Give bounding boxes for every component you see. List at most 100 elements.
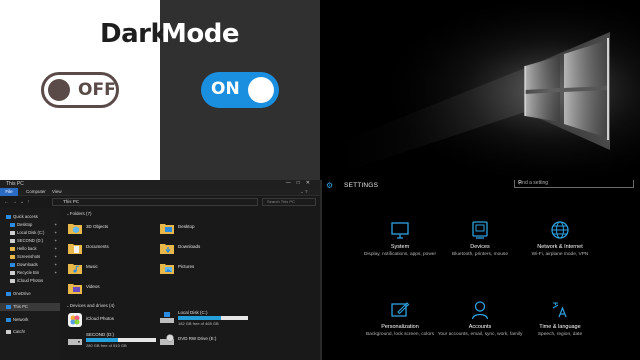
desktop-icon [10, 222, 15, 227]
find-setting-input[interactable]: Find a setting ⚲ [514, 180, 634, 188]
settings-item-name: Time & language [539, 324, 581, 330]
devices-icon [472, 221, 488, 239]
download-icon [10, 262, 15, 267]
forward-arrow-icon[interactable]: → [12, 199, 20, 205]
settings-item-desc: Wi-Fi, airplane mode, VPN [531, 252, 589, 257]
drive-usage-fill [86, 338, 118, 342]
settings-item-desc: Speech, region, date [537, 332, 583, 337]
address-bar-row: ←→⌄↑ This PC Search This PC [0, 197, 320, 207]
navigation-pane: Quick access Desktop ✶ Local Disk (C:) ✶ S… [0, 208, 60, 360]
pin-icon: ✶ [54, 238, 58, 243]
pictures-folder-icon [160, 264, 174, 274]
windows-wallpaper [320, 0, 640, 180]
toggle-knob [248, 77, 274, 103]
sidebar-item-recycle-bin[interactable]: Recycle Bin ✶ [10, 269, 57, 277]
window-title: This PC [6, 181, 24, 187]
folder-item[interactable]: Videos [68, 280, 158, 300]
sidebar-item-label: Local Disk (C:) [17, 230, 45, 235]
minimize-icon[interactable]: — [286, 180, 297, 186]
drive-item[interactable]: Local Disk (C:) 182 GB free of 465 GB [160, 310, 250, 328]
folder-item[interactable]: 3D Objects [68, 220, 158, 240]
catch-icon [6, 329, 11, 334]
drive-item[interactable]: iCloud Photos [68, 312, 158, 330]
sidebar-item-second-drive[interactable]: SECOND (D:) ✶ [10, 237, 57, 245]
back-arrow-icon[interactable]: ← [4, 199, 12, 205]
sidebar-item-local-disk[interactable]: Local Disk (C:) ✶ [10, 229, 57, 237]
up-arrow-icon[interactable]: ↑ [27, 199, 33, 205]
documents-folder-icon [68, 244, 82, 254]
globe-icon [551, 221, 569, 239]
sidebar-item-network[interactable]: Network [6, 316, 28, 324]
dvd-drive-icon [160, 334, 174, 345]
tab-computer[interactable]: Computer [26, 189, 46, 194]
settings-item-desc: Your accounts, email, sync, work, family [437, 332, 523, 337]
folder-icon [10, 254, 15, 259]
drive-label: SECOND (D:) [86, 332, 114, 337]
sidebar-item-label: Catch! [13, 329, 26, 334]
paint-icon [391, 302, 410, 317]
sidebar-item-label: OneDrive [13, 291, 31, 296]
folder-label: Downloads [178, 244, 201, 249]
toggle-on-label: ON [211, 79, 240, 99]
folder-item[interactable]: Documents [68, 240, 158, 260]
settings-item-time-language[interactable]: Time & language Speech, region, date [512, 300, 608, 360]
sidebar-item-onedrive[interactable]: OneDrive [6, 290, 31, 298]
sidebar-item-quick-access[interactable]: Quick access [6, 213, 38, 221]
maximize-icon[interactable]: □ [297, 180, 306, 186]
sidebar-item-label: Recycle Bin [17, 270, 40, 275]
banner-title: Dark Mode [0, 16, 320, 52]
drive-label: DVD RW Drive (E:) [178, 336, 217, 341]
pin-icon: ✶ [54, 246, 58, 251]
address-text: This PC [63, 199, 80, 204]
local-disk-icon [160, 312, 174, 323]
collage: Dark Mode OFF ON This PC —□✕ File Comput… [0, 0, 640, 360]
toggle-off-switch[interactable]: OFF [41, 72, 119, 108]
tab-view[interactable]: View [52, 189, 62, 194]
ribbon-tabs: File Computer View ⌄ ? [0, 188, 320, 196]
devices-section-header[interactable]: Devices and drives (4) [66, 303, 115, 309]
drive-free-text: 182 GB free of 465 GB [178, 321, 219, 326]
drive-item[interactable]: DVD RW Drive (E:) [160, 332, 250, 350]
sidebar-item-screenshots[interactable]: Screenshots ✶ [10, 253, 57, 261]
drive-item[interactable]: SECOND (D:) 280 GB free of 510 GB [68, 332, 158, 350]
videos-folder-icon [68, 284, 82, 294]
folders-section-header[interactable]: Folders (7) [66, 211, 92, 217]
windows-logo-light-icon [320, 0, 640, 180]
folder-item[interactable]: Desktop [160, 220, 250, 240]
sidebar-item-label: Screenshots [17, 254, 41, 259]
search-field[interactable]: Search This PC [262, 198, 316, 206]
sidebar-item-label: Desktop [17, 222, 33, 227]
downloads-folder-icon [160, 244, 174, 254]
search-icon: ⚲ [518, 180, 522, 186]
pin-icon: ✶ [54, 262, 58, 267]
file-explorer-window: This PC —□✕ File Computer View ⌄ ? ←→⌄↑ … [0, 180, 320, 360]
toggle-on-switch[interactable]: ON [201, 72, 279, 108]
sidebar-item-this-pc[interactable]: This PC [0, 303, 60, 311]
folder-icon [10, 246, 15, 251]
nav-buttons: ←→⌄↑ [4, 199, 33, 205]
settings-item-network[interactable]: Network & Internet Wi-Fi, airplane mode,… [512, 220, 608, 290]
sidebar-item-hello-back[interactable]: Hello back ✶ [10, 245, 57, 253]
sidebar-item-label: Hello back [17, 246, 37, 251]
divider [320, 180, 322, 360]
drive-icon [10, 230, 15, 235]
pin-icon: ✶ [54, 230, 58, 235]
sidebar-item-downloads[interactable]: Downloads ✶ [10, 261, 57, 269]
drive-icon [10, 238, 15, 243]
folder-label: Music [86, 264, 98, 269]
folder-item[interactable]: Pictures [160, 260, 250, 280]
sidebar-item-label: SECOND (D:) [17, 238, 44, 243]
folder-item[interactable]: Music [68, 260, 158, 280]
help-icon[interactable]: ⌄ ? [300, 189, 308, 195]
sidebar-item-label: iCloud Photos [17, 278, 44, 283]
folder-item[interactable]: Downloads [160, 240, 250, 260]
address-field[interactable]: This PC [52, 198, 258, 206]
sidebar-item-catch[interactable]: Catch! [6, 328, 25, 336]
tab-file[interactable]: File [0, 188, 18, 196]
sidebar-item-icloud-photos[interactable]: iCloud Photos [10, 277, 43, 285]
settings-item-name: Network & Internet [537, 244, 583, 250]
drive-usage-fill [178, 316, 222, 320]
close-icon[interactable]: ✕ [306, 180, 316, 186]
content-pane: Folders (7) 3D Objects Desktop Documents… [62, 208, 320, 360]
sidebar-item-desktop[interactable]: Desktop ✶ [10, 221, 57, 229]
